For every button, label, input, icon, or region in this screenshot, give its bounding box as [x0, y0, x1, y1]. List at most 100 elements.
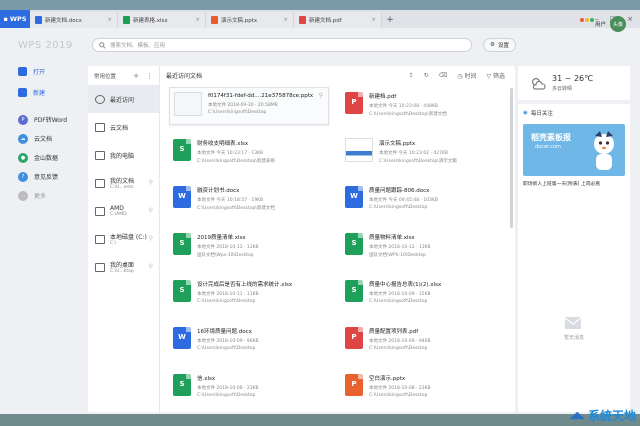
location-desktop[interactable]: 我的桌面 C:\U...ktop ⚲: [88, 253, 159, 281]
sidebar-item-label: 金山数据: [34, 155, 59, 162]
docx-icon: [35, 16, 42, 24]
search-icon: [99, 41, 106, 49]
watermark-text: 系统天地: [587, 409, 636, 423]
delete-icon[interactable]: ⌫: [439, 72, 447, 79]
tab-label: 新建文档.docx: [45, 18, 82, 24]
location-disk-c[interactable]: 本地磁盘 (C:) C:\ ⚲: [88, 225, 159, 253]
location-label: 我的桌面: [110, 262, 135, 269]
sidebar-item-label: 意见反馈: [34, 174, 59, 181]
locations-title: 常用位置: [94, 73, 117, 80]
sort-time-button[interactable]: ◷ 时间: [457, 71, 476, 80]
file-card[interactable]: f0174f31-fdef-dd....21e375878ce.pptx 本地文件…: [169, 87, 329, 125]
more-options-icon[interactable]: ⋮: [146, 72, 153, 80]
file-card[interactable]: W 16环境质量问题.docx 本地文件 2018-10-09 · 96KB C:\U…: [169, 322, 329, 360]
recent-title: 最近访问文档: [166, 73, 203, 80]
scrollbar[interactable]: [510, 88, 513, 228]
refresh-icon[interactable]: ↻: [424, 72, 429, 79]
ad-caption[interactable]: 职场新人上班第一天(附表) 上岗必看: [523, 180, 600, 187]
tab-doc[interactable]: 新建文档.docx ×: [30, 12, 118, 28]
file-card[interactable]: P 质量配置项列表.pdf 本地文件 2018-10-09 · 94KB C:\Use…: [341, 322, 501, 360]
sort-label: 时间: [464, 73, 477, 80]
pin-icon[interactable]: ⚲: [149, 263, 153, 270]
location-recent[interactable]: 最近访问: [88, 85, 159, 113]
file-card[interactable]: W 质量问题跟踪-806.docx 本地文件 今天 09:45:48 · 103KB…: [341, 181, 501, 219]
user-area[interactable]: 用户 头像: [595, 16, 626, 32]
sidebar-item-new[interactable]: 新建: [0, 83, 86, 102]
file-path: C:\Users\kingsoft\Desktop\演示文稿: [379, 159, 457, 164]
file-card[interactable]: S 财务收支明细表.xlsx 本地文件 今天 10:23:17 · 13KB C:\U…: [169, 134, 329, 172]
sidebar-item-pdf2word[interactable]: P PDF转Word: [0, 110, 86, 129]
weather-widget[interactable]: 31 ~ 26℃ 多云转晴: [518, 66, 630, 100]
sidebar-item-open[interactable]: 打开: [0, 62, 86, 81]
settings-button[interactable]: ⚙ 设置: [483, 38, 516, 52]
avatar[interactable]: 头像: [610, 16, 626, 32]
weather-icon: [532, 77, 546, 89]
pin-icon[interactable]: ⚲: [149, 207, 153, 214]
tab-xlsx[interactable]: 新建表格.xlsx ×: [118, 12, 206, 28]
location-cloud[interactable]: 云文档: [88, 113, 159, 141]
close-window-icon[interactable]: ×: [627, 15, 633, 23]
settings-label: 设置: [497, 43, 509, 49]
close-icon[interactable]: ×: [283, 17, 288, 23]
user-name: 用户: [594, 22, 606, 28]
tab-pptx[interactable]: 演示文稿.pptx ×: [206, 12, 294, 28]
location-amd[interactable]: AMD C:\AMD ⚲: [88, 197, 159, 225]
file-name: 新建档.pdf: [369, 94, 397, 100]
pin-icon[interactable]: ⚲: [149, 179, 153, 186]
desktop-icon: [95, 262, 105, 272]
file-card[interactable]: S 2019质量清单.xlsx 本地文件 2018-10-12 · 13KB 国队文档…: [169, 228, 329, 266]
wps-logo-label: WPS: [9, 15, 27, 23]
file-card[interactable]: P 新建档.pdf 本地文件 今天 10:23:08 · 448KB C:\Users…: [341, 87, 501, 125]
close-icon[interactable]: ×: [195, 17, 200, 23]
main-panel: 常用位置 + ⋮ 最近访问 云文档 我的电脑 我的文档 C:\U...ents ⚲: [88, 66, 515, 412]
pin-icon[interactable]: ⚲: [149, 235, 153, 242]
wps-window: ▪ WPS 新建文档.docx × 新建表格.xlsx × 演示文稿.pptx …: [0, 10, 640, 414]
location-label: 我的电脑: [110, 152, 135, 160]
file-card[interactable]: S 质量中心报告总表(1)(2).xlsx 本地文件 2018-10-09 · 15…: [341, 275, 501, 313]
location-path: C:\U...ktop: [110, 269, 134, 274]
xlsx-file-icon: S: [345, 280, 363, 302]
sidebar-item-feedback[interactable]: ? 意见反馈: [0, 167, 86, 186]
search-input[interactable]: 搜索文档、模板、应用: [92, 38, 472, 52]
sidebar-item-label: PDF转Word: [34, 117, 68, 124]
file-path: 国队文档\WPS-10\Desktop: [369, 253, 426, 258]
add-location-icon[interactable]: +: [133, 72, 139, 80]
file-meta: 本地文件 今天 10:23:17 · 13KB: [197, 151, 264, 156]
file-name: 质量中心报告总表(1)(2).xlsx: [369, 282, 442, 288]
location-computer[interactable]: 我的电脑: [88, 141, 159, 169]
locations-header: 常用位置 + ⋮: [88, 66, 159, 85]
ad-banner[interactable]: 稻壳素板报 docer.com: [523, 124, 625, 176]
file-path: C:\Users\kingsoft\Desktop: [369, 393, 428, 398]
skin-dots[interactable]: [580, 18, 594, 22]
file-path: C:\Users\kingsoft\Desktop: [197, 393, 256, 398]
mascot-icon: [594, 131, 614, 170]
file-card[interactable]: S 信.xlsx 本地文件 2018-10-08 · 23KB C:\Users\ki…: [169, 369, 329, 407]
sidebar-item-cloud[interactable]: ☁ 云文档: [0, 129, 86, 148]
sidebar-item-data[interactable]: ● 金山数据: [0, 148, 86, 167]
tab-pdf[interactable]: 新建文档.pdf ×: [294, 12, 382, 28]
filter-button[interactable]: ▽ 筛选: [486, 71, 505, 80]
file-path: C:\Users\kingsoft\Desktop\新建表格: [197, 159, 275, 164]
tab-label: 新建文档.pdf: [309, 18, 342, 24]
file-meta: 本地文件 今天 10:23:08 · 448KB: [369, 104, 438, 109]
close-icon[interactable]: ×: [107, 17, 112, 23]
tab-label: 新建表格.xlsx: [133, 18, 168, 24]
wps-home-tab[interactable]: ▪ WPS: [0, 10, 30, 28]
empty-message: 暂无消息: [563, 335, 584, 341]
file-card[interactable]: 演示文稿.pptx 本地文件 今天 10:23:02 · 427KB C:\User…: [341, 134, 501, 172]
file-card[interactable]: S 质量物料清单.xlsx 本地文件 2018-10-12 · 13KB 国队文档\W…: [341, 228, 501, 266]
pin-icon[interactable]: ⚲: [319, 92, 323, 99]
file-name: 设计完成后是否有上线的需求统计.xlsx: [197, 282, 293, 288]
location-label: 本地磁盘 (C:): [110, 234, 147, 241]
location-documents[interactable]: 我的文档 C:\U...ents ⚲: [88, 169, 159, 197]
close-icon[interactable]: ×: [371, 17, 376, 23]
folder-icon: [95, 178, 105, 188]
file-card[interactable]: S 设计完成后是否有上线的需求统计.xlsx 本地文件 2018-10-11 · 1…: [169, 275, 329, 313]
pdf-file-icon: P: [345, 327, 363, 349]
sidebar-item-more[interactable]: … 更多: [0, 186, 86, 205]
new-tab-button[interactable]: +: [382, 12, 398, 28]
file-card[interactable]: P 空白演示.pptx 本地文件 2018-10-08 · 23KB C:\Users…: [341, 369, 501, 407]
location-path: C:\: [110, 241, 117, 246]
upload-icon[interactable]: ⇪: [409, 72, 414, 79]
file-card[interactable]: W 融资计划书.docx 本地文件 今天 10:18:57 · 19KB C:\Use…: [169, 181, 329, 219]
